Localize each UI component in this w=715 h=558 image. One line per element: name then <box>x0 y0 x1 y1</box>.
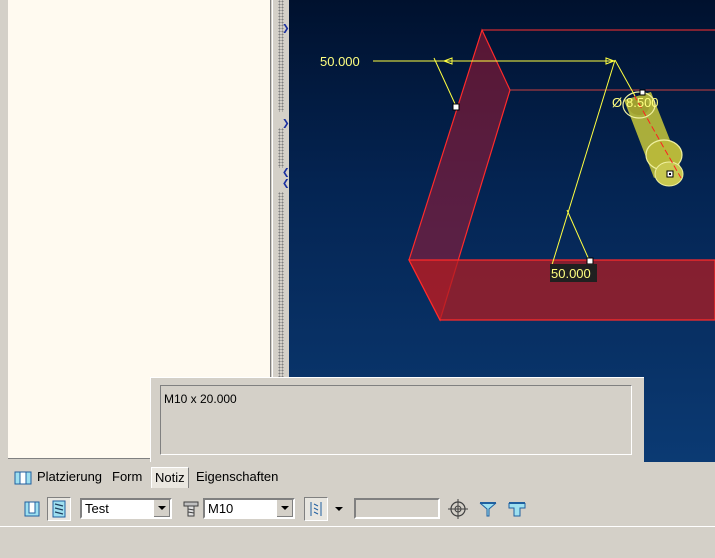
dim-diameter-label: 8.500 <box>626 95 659 110</box>
counterbore-button[interactable] <box>505 497 529 521</box>
thread-size-value: M10 <box>208 501 234 516</box>
tab-form-label: Form <box>112 469 143 484</box>
drag-handle <box>586 257 594 265</box>
hole-dashboard-toolbar: Test M10 <box>0 492 715 526</box>
tab-note[interactable]: Notiz <box>151 467 189 488</box>
splitter-grip <box>278 0 284 112</box>
screw-button[interactable] <box>179 497 203 521</box>
status-bar <box>0 526 715 558</box>
dashboard-tabbar: Platzierung Form Notiz Eigenschaften <box>0 462 715 492</box>
thread-size-combo[interactable]: M10 <box>203 498 295 519</box>
chevron-down-icon[interactable] <box>276 500 293 517</box>
note-panel: M10 x 20.000 <box>150 377 644 463</box>
tab-note-label: Notiz <box>155 470 185 485</box>
standard-hole-button[interactable] <box>47 497 71 521</box>
dimension-vertical[interactable] <box>550 59 636 282</box>
tab-form[interactable]: Form <box>109 467 145 487</box>
simple-hole-button[interactable] <box>20 497 44 521</box>
countersink-icon <box>479 502 497 517</box>
crosshair-icon <box>448 499 468 519</box>
crosshair-button[interactable] <box>446 497 470 521</box>
dim-diameter-symbol: Ø <box>612 95 622 110</box>
depth-option-button[interactable] <box>304 497 328 521</box>
simple-hole-icon <box>24 501 40 517</box>
chevron-down-icon[interactable] <box>153 500 170 517</box>
depth-option-dropdown[interactable] <box>332 497 346 521</box>
dim-y-label: 50.000 <box>551 266 591 281</box>
dim-x-label: 50.000 <box>320 54 360 69</box>
counterbore-icon <box>508 502 526 517</box>
tab-placement-label: Platzierung <box>37 469 103 484</box>
tab-properties[interactable]: Eigenschaften <box>193 467 281 487</box>
countersink-button[interactable] <box>476 497 500 521</box>
hole-type-combo[interactable]: Test <box>80 498 172 519</box>
drag-handle <box>452 103 460 111</box>
placement-icon <box>14 471 32 485</box>
screw-icon <box>183 501 199 517</box>
splitter-grip <box>278 128 284 168</box>
depth-value-field[interactable] <box>354 498 440 519</box>
depth-option-icon <box>310 502 322 516</box>
tab-placement[interactable]: Platzierung <box>10 467 105 487</box>
chevron-down-icon <box>335 506 343 511</box>
hole-type-value: Test <box>85 501 109 516</box>
tab-properties-label: Eigenschaften <box>196 469 279 484</box>
note-text-area[interactable]: M10 x 20.000 <box>160 385 632 455</box>
standard-hole-icon <box>52 500 66 518</box>
